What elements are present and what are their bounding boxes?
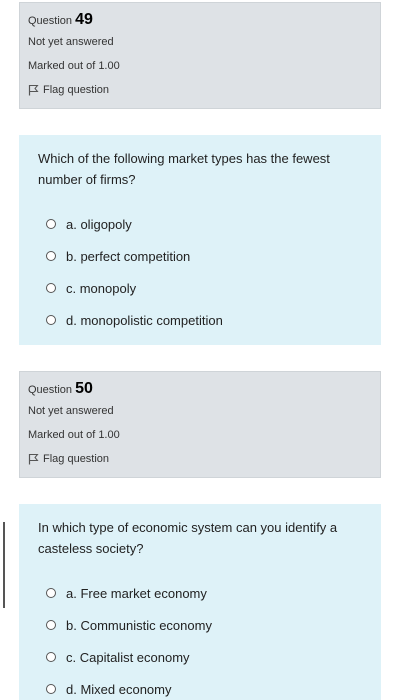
flag-icon xyxy=(28,453,39,465)
question-marks: Marked out of 1.00 xyxy=(28,60,120,72)
radio-unchecked-icon[interactable] xyxy=(46,219,56,229)
quiz-page: Question 49 Not yet answered Marked out … xyxy=(0,0,405,700)
question-number: 49 xyxy=(75,11,93,28)
question-50: Question 50 Not yet answered Marked out … xyxy=(19,371,381,700)
question-49: Question 49 Not yet answered Marked out … xyxy=(19,2,381,345)
question-state: Not yet answered xyxy=(28,36,114,48)
question-label: Question xyxy=(28,15,73,27)
answer-option-d[interactable]: d. monopolistic competition xyxy=(38,304,363,336)
radio-unchecked-icon[interactable] xyxy=(46,684,56,694)
question-label: Question xyxy=(28,384,73,396)
scroll-indicator xyxy=(3,522,5,608)
radio-unchecked-icon[interactable] xyxy=(46,315,56,325)
question-number: 50 xyxy=(75,380,93,397)
answer-option-label: c. monopoly xyxy=(66,280,137,296)
answer-option-label: a. oligopoly xyxy=(66,216,132,232)
question-heading: Question 49 xyxy=(28,11,380,30)
answer-option-label: d. Mixed economy xyxy=(66,681,172,697)
flag-question-link[interactable]: Flag question xyxy=(28,447,380,471)
flag-question-link[interactable]: Flag question xyxy=(28,78,380,102)
flag-question-label: Flag question xyxy=(43,84,110,96)
answer-option-c[interactable]: c. Capitalist economy xyxy=(38,641,363,673)
radio-unchecked-icon[interactable] xyxy=(46,652,56,662)
answer-option-label: a. Free market economy xyxy=(66,585,207,601)
flag-question-label: Flag question xyxy=(43,453,110,465)
answer-option-label: c. Capitalist economy xyxy=(66,649,190,665)
spacer xyxy=(19,478,381,504)
question-marks: Marked out of 1.00 xyxy=(28,429,120,441)
answer-option-label: b. Communistic economy xyxy=(66,617,212,633)
radio-unchecked-icon[interactable] xyxy=(46,251,56,261)
answer-option-b[interactable]: b. Communistic economy xyxy=(38,609,363,641)
flag-icon xyxy=(28,84,39,96)
answer-option-a[interactable]: a. Free market economy xyxy=(38,577,363,609)
radio-unchecked-icon[interactable] xyxy=(46,620,56,630)
question-text: In which type of economic system can you… xyxy=(38,520,338,556)
question-content: In which type of economic system can you… xyxy=(19,504,381,700)
spacer xyxy=(19,109,381,135)
answer-option-label: d. monopolistic competition xyxy=(66,312,223,328)
radio-unchecked-icon[interactable] xyxy=(46,588,56,598)
question-content: Which of the following market types has … xyxy=(19,135,381,345)
radio-unchecked-icon[interactable] xyxy=(46,283,56,293)
question-state: Not yet answered xyxy=(28,405,114,417)
answer-option-c[interactable]: c. monopoly xyxy=(38,272,363,304)
question-info-box: Question 50 Not yet answered Marked out … xyxy=(19,371,381,478)
question-text: Which of the following market types has … xyxy=(38,151,330,187)
answer-option-a[interactable]: a. oligopoly xyxy=(38,208,363,240)
question-info-box: Question 49 Not yet answered Marked out … xyxy=(19,2,381,109)
answer-option-d[interactable]: d. Mixed economy xyxy=(38,673,363,700)
answer-option-label: b. perfect competition xyxy=(66,248,191,264)
question-heading: Question 50 xyxy=(28,380,380,399)
answer-option-b[interactable]: b. perfect competition xyxy=(38,240,363,272)
